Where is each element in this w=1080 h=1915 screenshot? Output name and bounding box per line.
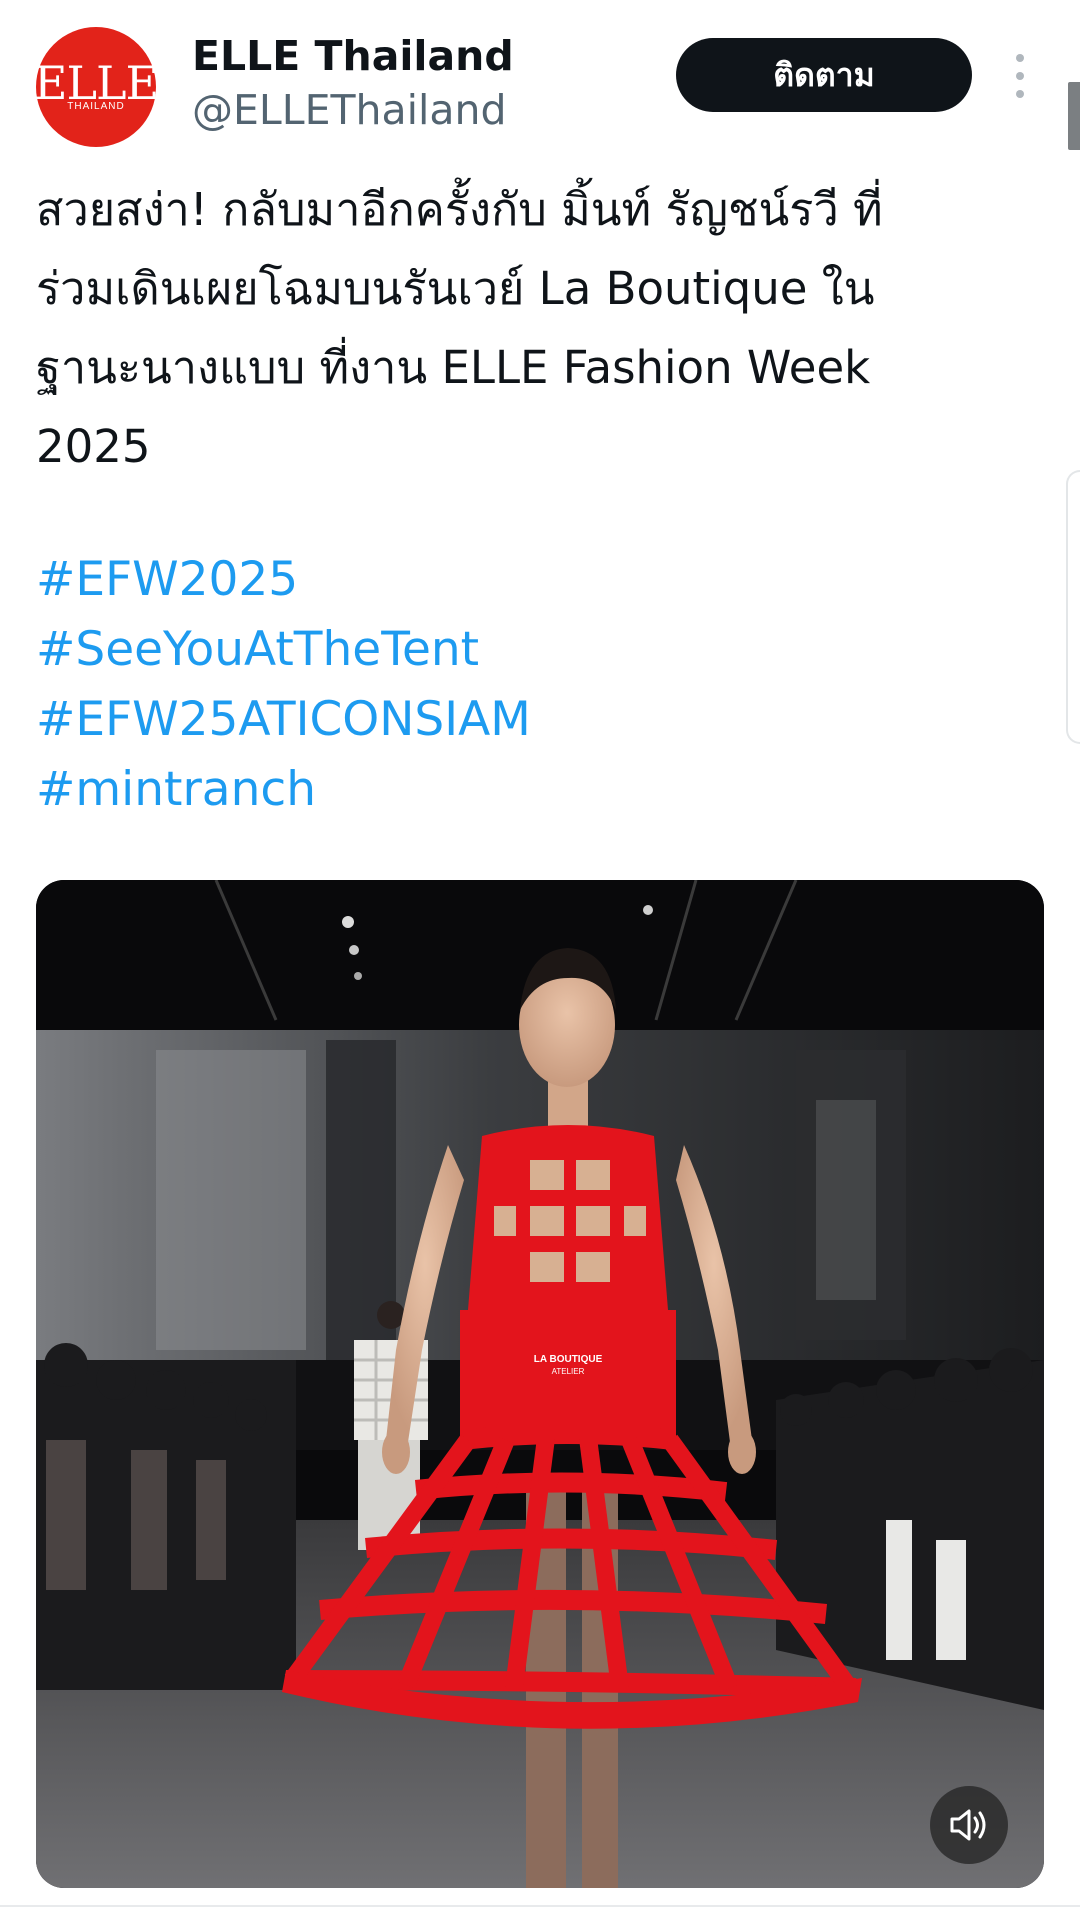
hashtag-link[interactable]: #EFW2025 [36, 545, 531, 615]
divider [0, 1905, 1080, 1907]
runway-video-frame: LA BOUTIQUE ATELIER [36, 880, 1044, 1888]
tweet-text-line: ร่วมเดินเผยโฉมบนรันเวย์ La Boutique ใน [36, 262, 875, 315]
avatar-logo-subtext: THAILAND [67, 100, 125, 112]
scroll-indicator[interactable] [1068, 82, 1080, 150]
hashtag-link[interactable]: #SeeYouAtTheTent [36, 615, 531, 685]
avatar-logo-text: ELLE [33, 55, 159, 110]
side-panel-edge [1066, 470, 1080, 744]
tweet-video[interactable]: LA BOUTIQUE ATELIER [36, 880, 1044, 1888]
tweet-text-line: 2025 [36, 420, 151, 473]
more-options-icon[interactable] [1008, 54, 1032, 98]
dress-label-sub: ATELIER [552, 1367, 585, 1376]
volume-button[interactable] [930, 1786, 1008, 1864]
account-handle[interactable]: @ELLEThailand [192, 84, 507, 136]
account-display-name[interactable]: ELLE Thailand [192, 30, 514, 82]
account-avatar[interactable]: ELLE THAILAND [33, 27, 159, 147]
volume-icon [950, 1809, 986, 1841]
tweet-text-line: ฐานะนางแบบ ที่งาน ELLE Fashion Week [36, 341, 871, 394]
tweet-text-line: สวยสง่า! กลับมาอีกครั้งกับ มิ้นท์ รัญชน์… [36, 183, 883, 236]
follow-button[interactable]: ติดตาม [676, 38, 972, 112]
tweet-text: สวยสง่า! กลับมาอีกครั้งกับ มิ้นท์ รัญชน์… [36, 170, 1026, 486]
hashtag-list: #EFW2025 #SeeYouAtTheTent #EFW25ATICONSI… [36, 545, 531, 825]
dress-label: LA BOUTIQUE [534, 1354, 603, 1365]
hashtag-link[interactable]: #mintranch [36, 755, 531, 825]
hashtag-link[interactable]: #EFW25ATICONSIAM [36, 685, 531, 755]
